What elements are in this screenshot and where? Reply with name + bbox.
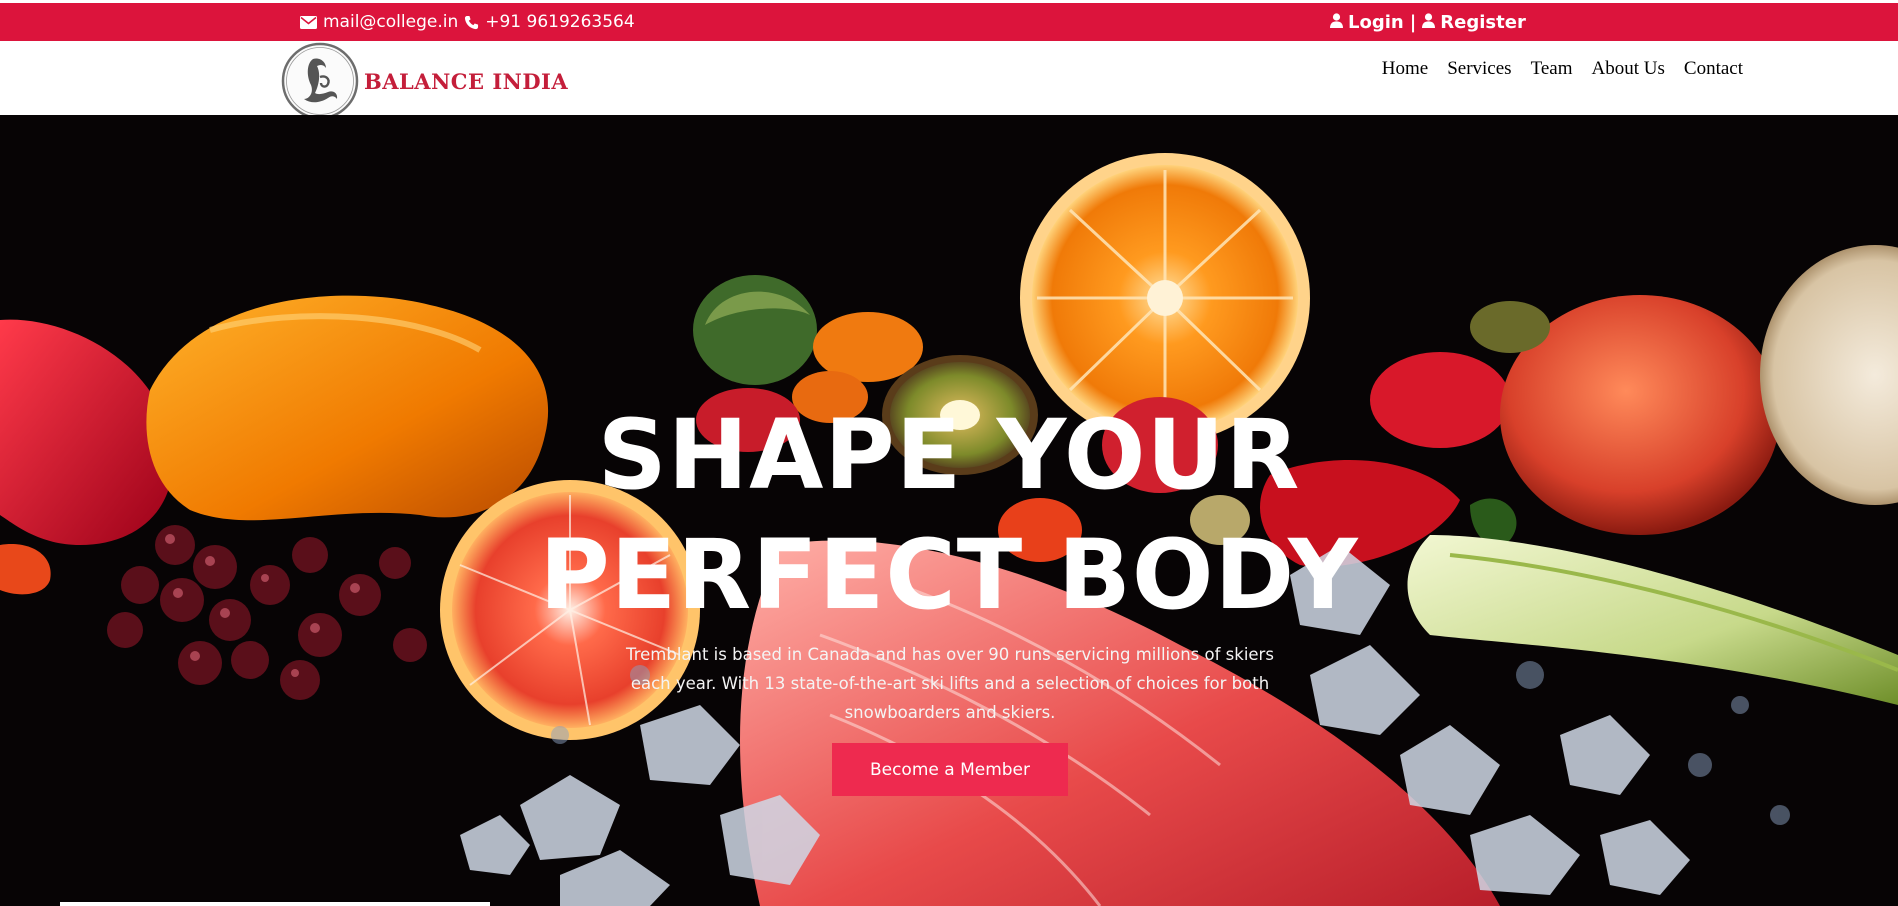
brand-name: BALANCE INDIA — [364, 68, 569, 94]
register-link[interactable]: Register — [1422, 12, 1526, 33]
main-navbar: BALANCE INDIA Home Services Team About U… — [0, 41, 1898, 120]
primary-nav: Home Services Team About Us Contact — [1382, 41, 1743, 97]
user-icon — [1422, 12, 1436, 33]
email-link[interactable]: mail@college.in — [323, 12, 458, 32]
become-member-button[interactable]: Become a Member — [832, 743, 1068, 796]
top-contact-bar: mail@college.in +91 9619263564 Login | R… — [0, 3, 1898, 41]
hero-section: SHAPE YOUR PERFECT BODY Tremblant is bas… — [0, 115, 1898, 906]
register-label: Register — [1440, 11, 1526, 33]
user-icon — [1330, 12, 1343, 33]
nav-contact[interactable]: Contact — [1684, 58, 1743, 80]
hero-description: Tremblant is based in Canada and has ove… — [626, 645, 1274, 722]
phone-link[interactable]: +91 9619263564 — [485, 12, 634, 32]
hero-title: SHAPE YOUR PERFECT BODY — [0, 395, 1898, 635]
nav-services[interactable]: Services — [1447, 58, 1511, 80]
contact-info: mail@college.in +91 9619263564 — [300, 3, 635, 41]
login-label: Login — [1348, 11, 1404, 33]
auth-links: Login | Register — [1330, 3, 1526, 41]
hero-title-line1: SHAPE YOUR — [597, 399, 1301, 511]
envelope-icon — [300, 15, 317, 29]
phone-icon — [464, 15, 479, 30]
brand-home-link[interactable]: BALANCE INDIA — [280, 42, 568, 120]
brand-logo — [281, 42, 359, 120]
nav-team[interactable]: Team — [1531, 58, 1573, 80]
bottom-divider — [60, 902, 490, 906]
hero-title-line2: PERFECT BODY — [539, 519, 1359, 631]
login-link[interactable]: Login — [1330, 12, 1404, 33]
auth-separator: | — [1409, 11, 1417, 33]
nav-about-us[interactable]: About Us — [1592, 58, 1665, 80]
nav-home[interactable]: Home — [1382, 58, 1428, 80]
